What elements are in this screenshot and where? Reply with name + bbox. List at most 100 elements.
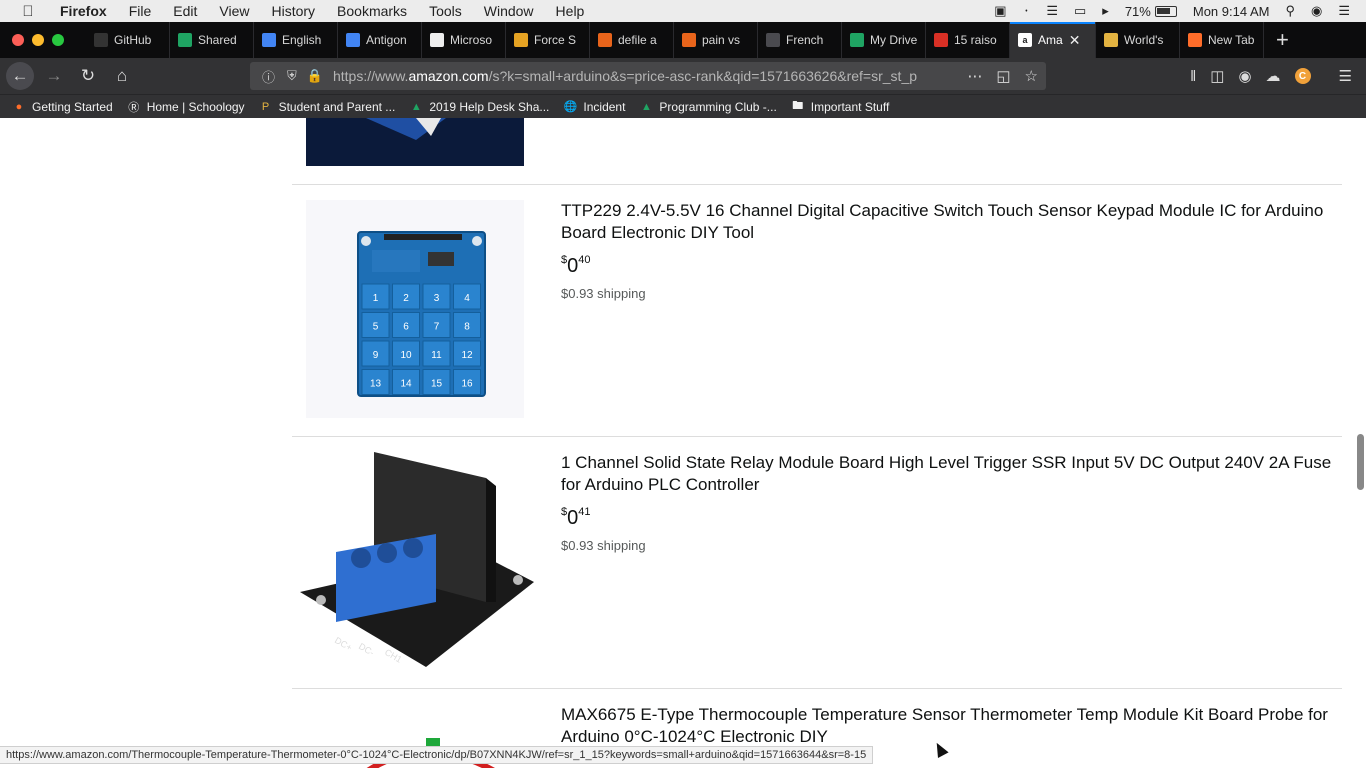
menu-window[interactable]: Window [484, 3, 534, 19]
tab-item[interactable]: My Drive [842, 22, 926, 58]
url-path: /s?k=small+arduino&s=price-asc-rank&qid=… [488, 68, 918, 84]
tab-item[interactable]: Microso [422, 22, 506, 58]
menu-bookmarks[interactable]: Bookmarks [337, 3, 407, 19]
volume-icon[interactable]: ▸ [1102, 3, 1109, 19]
tab-favicon-icon [178, 33, 192, 47]
tab-favicon-icon [850, 33, 864, 47]
library-icon[interactable]: ‖ [1190, 68, 1196, 85]
back-button[interactable]: ← [6, 62, 34, 90]
bookmark-help-desk[interactable]: ▲ 2019 Help Desk Sha... [409, 99, 550, 114]
extension-icon[interactable]: ☁ [1266, 67, 1281, 85]
tab-label: My Drive [870, 33, 917, 47]
clock[interactable]: Mon 9:14 AM [1193, 4, 1270, 19]
result-divider [292, 688, 1342, 689]
tab-label: Shared [198, 33, 237, 47]
wifi-icon[interactable]: ☰ [1046, 3, 1058, 19]
product-title-link[interactable]: 1 Channel Solid State Relay Module Board… [561, 452, 1341, 496]
account-icon[interactable]: ◉ [1238, 67, 1251, 85]
tab-item[interactable]: Antigon [338, 22, 422, 58]
tab-favicon-icon [934, 33, 948, 47]
forward-button[interactable]: → [40, 62, 68, 90]
tab-item[interactable]: World's [1096, 22, 1180, 58]
keypad-key-label: 12 [461, 350, 473, 361]
bookmark-star-icon[interactable]: ☆ [1025, 67, 1038, 85]
pocket-icon[interactable]: ◱ [996, 67, 1010, 85]
menu-file[interactable]: File [129, 3, 152, 19]
tab-item[interactable]: defile a [590, 22, 674, 58]
firefox-icon: ● [15, 100, 23, 113]
apple-icon[interactable]:  [18, 3, 38, 20]
tracking-shield-icon[interactable]: ⛨ [287, 68, 297, 84]
zoom-window-button[interactable] [52, 34, 64, 46]
dropbox-icon[interactable]: ▣ [994, 3, 1006, 19]
bookmark-important-stuff[interactable]: 🖿 Important Stuff [791, 100, 889, 114]
scrollbar-thumb[interactable] [1357, 434, 1364, 490]
close-tab-icon[interactable]: ✕ [1069, 32, 1081, 49]
menu-app-firefox[interactable]: Firefox [60, 3, 107, 19]
tab-item[interactable]: Force S [506, 22, 590, 58]
tab-item[interactable]: English [254, 22, 338, 58]
tab-item[interactable]: 15 raiso [926, 22, 1010, 58]
product-title-link[interactable]: TTP229 2.4V-5.5V 16 Channel Digital Capa… [561, 200, 1341, 244]
bookmark-student-and-parent[interactable]: P Student and Parent ... [259, 100, 395, 114]
product-image-keypad[interactable]: 1 2 3 45 6 7 89 10 11 1213 14 15 16 [306, 200, 524, 418]
menu-history[interactable]: History [271, 3, 315, 19]
tab-item[interactable]: pain vs [674, 22, 758, 58]
info-icon[interactable]: ⓘ [262, 67, 275, 86]
url-bar[interactable]: ⓘ ⛨ 🔒 https://www.amazon.com/s?k=small+a… [250, 62, 1046, 90]
tab-item[interactable]: a Ama ✕ [1010, 22, 1096, 58]
sidebar-icon[interactable]: ◫ [1210, 67, 1224, 85]
bookmark-schoology[interactable]: Ⓡ Home | Schoology [127, 100, 244, 114]
tab-favicon-icon [1104, 33, 1118, 47]
menu-view[interactable]: View [219, 3, 249, 19]
keypad-key-label: 10 [400, 350, 412, 361]
tab-strip: GitHub Shared English Antigon Microso Force S… [0, 22, 1366, 58]
battery-percent: 71% [1124, 3, 1151, 19]
bookmark-programming-club[interactable]: ▲ Programming Club -... [639, 100, 777, 114]
tab-label: Ama [1038, 33, 1063, 47]
menu-help[interactable]: Help [556, 3, 585, 19]
keypad-key-label: 14 [400, 379, 412, 390]
lock-icon[interactable]: 🔒 [307, 68, 323, 84]
new-tab-button[interactable]: + [1276, 27, 1289, 53]
tab-item[interactable]: New Tab [1180, 22, 1264, 58]
reload-button[interactable]: ↻ [74, 62, 102, 90]
close-window-button[interactable] [12, 34, 24, 46]
page-actions-icon[interactable]: ⋯ [967, 67, 982, 85]
bluetooth-icon[interactable]: ᛫ [1023, 4, 1031, 19]
url-text[interactable]: https://www.amazon.com/s?k=small+arduino… [333, 68, 943, 84]
folder-icon: 🖿 [792, 100, 804, 112]
tab-item[interactable]: GitHub [86, 22, 170, 58]
bookmark-incident[interactable]: 🌐 Incident [563, 100, 626, 114]
bookmark-getting-started[interactable]: ● Getting Started [12, 100, 113, 114]
tab-favicon-icon [430, 33, 444, 47]
home-button[interactable]: ⌂ [108, 62, 136, 90]
siri-icon[interactable]: ◉ [1311, 3, 1322, 19]
tab-label: World's [1124, 33, 1164, 47]
tab-favicon-icon [598, 33, 612, 47]
product-image-relay[interactable]: DC+ DC- CH1 [296, 452, 536, 670]
keypad-key-label: 1 [373, 293, 379, 304]
hamburger-menu-icon[interactable]: ☰ [1339, 67, 1352, 85]
tab-favicon-icon [766, 33, 780, 47]
profile-avatar[interactable]: C [1294, 68, 1311, 84]
bookmark-label: 2019 Help Desk Sha... [429, 99, 550, 114]
tab-item[interactable]: Shared [170, 22, 254, 58]
airplay-icon[interactable]: ▭ [1074, 3, 1086, 19]
menu-edit[interactable]: Edit [173, 3, 197, 19]
tab-label: GitHub [114, 33, 152, 47]
product-title-link[interactable]: MAX6675 E-Type Thermocouple Temperature … [561, 704, 1341, 748]
link-status-bar: https://www.amazon.com/Thermocouple-Temp… [0, 746, 874, 764]
keypad-key-label: 4 [464, 293, 470, 304]
tab-label: defile a [618, 33, 657, 47]
battery-status[interactable]: 71% [1125, 4, 1177, 19]
keypad-key-label: 3 [434, 293, 440, 304]
minimize-window-button[interactable] [32, 34, 44, 46]
spotlight-search-icon[interactable]: ⚲ [1285, 3, 1295, 19]
previous-product-image[interactable] [306, 118, 524, 166]
tab-item[interactable]: French [758, 22, 842, 58]
notification-center-icon[interactable]: ☰ [1338, 3, 1350, 19]
menu-tools[interactable]: Tools [429, 3, 462, 19]
keypad-key-label: 2 [403, 293, 409, 304]
tab-label: New Tab [1208, 33, 1255, 47]
